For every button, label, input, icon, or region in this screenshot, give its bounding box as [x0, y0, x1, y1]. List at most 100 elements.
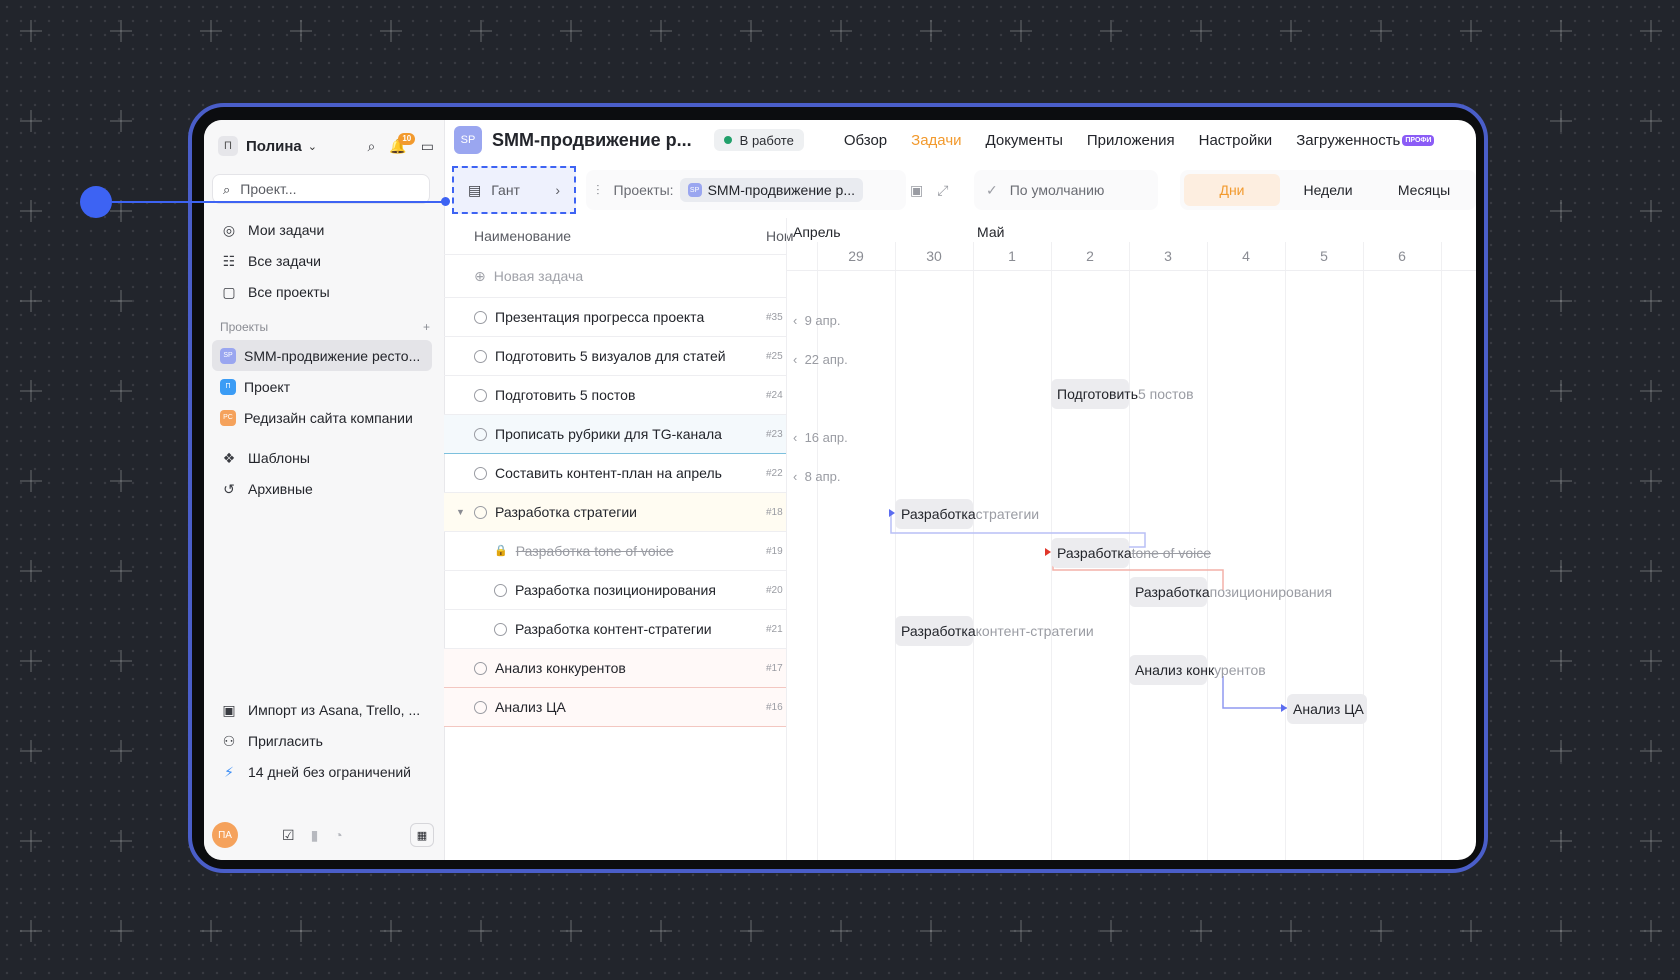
calendar-icon[interactable]: ▦ [410, 823, 434, 847]
table-row[interactable]: 🔒 Разработка tone of voice #19 [444, 532, 786, 571]
table-row[interactable]: Подготовить 5 визуалов для статей #25 [444, 337, 786, 376]
plus-pattern-icon [470, 20, 492, 42]
scale-months[interactable]: Месяцы [1376, 174, 1472, 206]
task-status-icon[interactable] [494, 583, 507, 597]
plus-pattern-icon [1550, 110, 1572, 132]
task-number: #17 [766, 662, 783, 674]
tab-overview[interactable]: Обзор [844, 132, 887, 149]
sidebar-item-all-projects[interactable]: ▢ Все проекты [214, 276, 436, 307]
sidebar-project-smm[interactable]: SP SMM-продвижение ресто... [212, 340, 432, 371]
filter-sliders-icon[interactable]: ⫶ [596, 183, 600, 197]
table-row[interactable]: Составить контент-план на апрель #22 [444, 454, 786, 493]
view-selector-gantt[interactable]: ▤ Гант › [452, 166, 576, 214]
sidebar-project-redesign[interactable]: PC Редизайн сайта компании [212, 402, 432, 433]
chevron-down-icon[interactable]: ⌄ [308, 140, 317, 153]
task-status-icon[interactable] [474, 700, 487, 714]
plus-pattern-icon [920, 920, 942, 942]
document-icon[interactable]: ▮ [311, 828, 319, 842]
task-status-icon[interactable] [494, 622, 507, 636]
user-avatar[interactable]: П [218, 136, 238, 156]
tab-apps[interactable]: Приложения [1087, 132, 1175, 149]
gantt-bar[interactable]: Разработка tone of voice [1051, 538, 1211, 568]
gantt-bar[interactable]: Разработка стратегии [895, 499, 1039, 529]
plus-pattern-icon [1550, 200, 1572, 222]
offscreen-date-link[interactable]: ‹ 9 апр. [793, 313, 841, 328]
sort-label: По умолчанию [1009, 182, 1105, 198]
tab-settings[interactable]: Настройки [1199, 132, 1273, 149]
table-row[interactable]: Анализ конкурентов #17 [444, 649, 786, 688]
tab-tasks[interactable]: Задачи [911, 132, 961, 149]
offscreen-date-link[interactable]: ‹ 8 апр. [793, 469, 841, 484]
plus-pattern-icon [1100, 20, 1122, 42]
pie-chart-icon[interactable]: ◔ [334, 828, 342, 842]
gantt-bar[interactable]: Анализ конк урентов [1129, 655, 1266, 685]
fullscreen-icon[interactable]: ⤢ [937, 182, 948, 199]
main-nav: ◎ Мои задачи ☷ Все задачи ▢ Все проекты [214, 214, 436, 307]
task-status-icon[interactable] [474, 505, 487, 519]
plus-pattern-icon [1190, 20, 1212, 42]
add-project-icon[interactable]: + [423, 320, 430, 334]
day-label: 1 [1008, 248, 1016, 264]
toolbar-actions: ▣ ⤢ [910, 182, 948, 199]
tab-workload[interactable]: Загруженность ПРОФИ [1296, 131, 1435, 149]
sidebar-item-trial[interactable]: ⚡ 14 дней без ограничений [214, 756, 436, 787]
gantt-bar[interactable]: Анализ ЦА [1287, 694, 1367, 724]
offscreen-date-link[interactable]: ‹ 16 апр. [793, 430, 848, 445]
task-status-icon[interactable] [474, 349, 487, 363]
gantt-bar[interactable]: Разработка контент-стратегии [895, 616, 1094, 646]
sidebar-project-project[interactable]: П Проект [212, 371, 432, 402]
day-gridline [1363, 242, 1364, 860]
collapse-triangle-icon[interactable]: ▼ [456, 507, 465, 517]
project-label: Редизайн сайта компании [244, 409, 413, 426]
gantt-bar[interactable]: Подготовить 5 постов [1051, 379, 1194, 409]
table-row[interactable]: Разработка контент-стратегии #21 [444, 610, 786, 649]
task-status-icon[interactable] [474, 388, 487, 402]
plus-pattern-icon [1550, 650, 1572, 672]
status-badge[interactable]: В работе [713, 129, 804, 151]
task-status-icon[interactable] [474, 310, 487, 324]
project-search-input[interactable]: ⌕ Проект... [212, 174, 430, 204]
sidebar-toggle-icon[interactable]: ▭ [421, 139, 434, 153]
task-status-icon[interactable] [474, 427, 487, 441]
sidebar-item-archive[interactable]: ↺ Архивные [214, 473, 436, 504]
table-row[interactable]: ▼ Разработка стратегии #18 [444, 493, 786, 532]
sidebar-item-invite[interactable]: ⚇ Пригласить [214, 725, 436, 756]
search-icon[interactable]: ⌕ [367, 139, 375, 153]
gantt-icon: ▤ [468, 182, 482, 198]
plus-pattern-icon [560, 920, 582, 942]
save-icon[interactable]: ▣ [910, 182, 923, 199]
profile-avatar[interactable]: ПА [212, 822, 238, 848]
project-title[interactable]: SMM-продвижение р... [492, 130, 692, 151]
task-status-icon[interactable] [474, 466, 487, 480]
target-icon: ◎ [222, 221, 236, 238]
column-name-header[interactable]: Наименование [474, 228, 571, 244]
offscreen-date-link[interactable]: ‹ 22 апр. [793, 352, 848, 367]
tab-label: Загруженность [1296, 131, 1401, 149]
project-filter-chip[interactable]: SP SMM-продвижение р... [679, 178, 864, 202]
table-row[interactable]: Прописать рубрики для TG-канала #23 [444, 415, 786, 454]
user-name[interactable]: Полина [246, 138, 302, 155]
folder-icon: ▢ [222, 283, 236, 300]
task-status-icon[interactable] [474, 661, 487, 675]
projects-section-header: Проекты + [220, 320, 430, 334]
scale-weeks[interactable]: Недели [1280, 174, 1376, 206]
sidebar-item-import[interactable]: ▣ Импорт из Asana, Trello, ... [214, 694, 436, 725]
sidebar-item-all-tasks[interactable]: ☷ Все задачи [214, 245, 436, 276]
bell-icon[interactable]: 🔔 10 [389, 133, 416, 153]
table-row[interactable]: Подготовить 5 постов #24 [444, 376, 786, 415]
sort-selector[interactable]: ✓ По умолчанию [974, 170, 1158, 210]
sidebar-item-my-tasks[interactable]: ◎ Мои задачи [214, 214, 436, 245]
table-row[interactable]: Презентация прогресса проекта #35 [444, 298, 786, 337]
scale-days[interactable]: Дни [1184, 174, 1280, 206]
new-task-button[interactable]: ⊕ Новая задача [444, 255, 786, 298]
sidebar-item-templates[interactable]: ❖ Шаблоны [214, 442, 436, 473]
table-row[interactable]: Анализ ЦА #16 [444, 688, 786, 727]
bar-label: Разработка [901, 623, 976, 639]
gantt-bar[interactable]: Разработка позиционирования [1129, 577, 1332, 607]
plus-pattern-icon [1640, 290, 1662, 312]
tab-documents[interactable]: Документы [986, 132, 1063, 149]
task-title: Разработка позиционирования [515, 582, 716, 598]
offscreen-date: 9 апр. [804, 313, 841, 328]
checkbox-icon[interactable]: ☑ [282, 828, 295, 842]
table-row[interactable]: Разработка позиционирования #20 [444, 571, 786, 610]
